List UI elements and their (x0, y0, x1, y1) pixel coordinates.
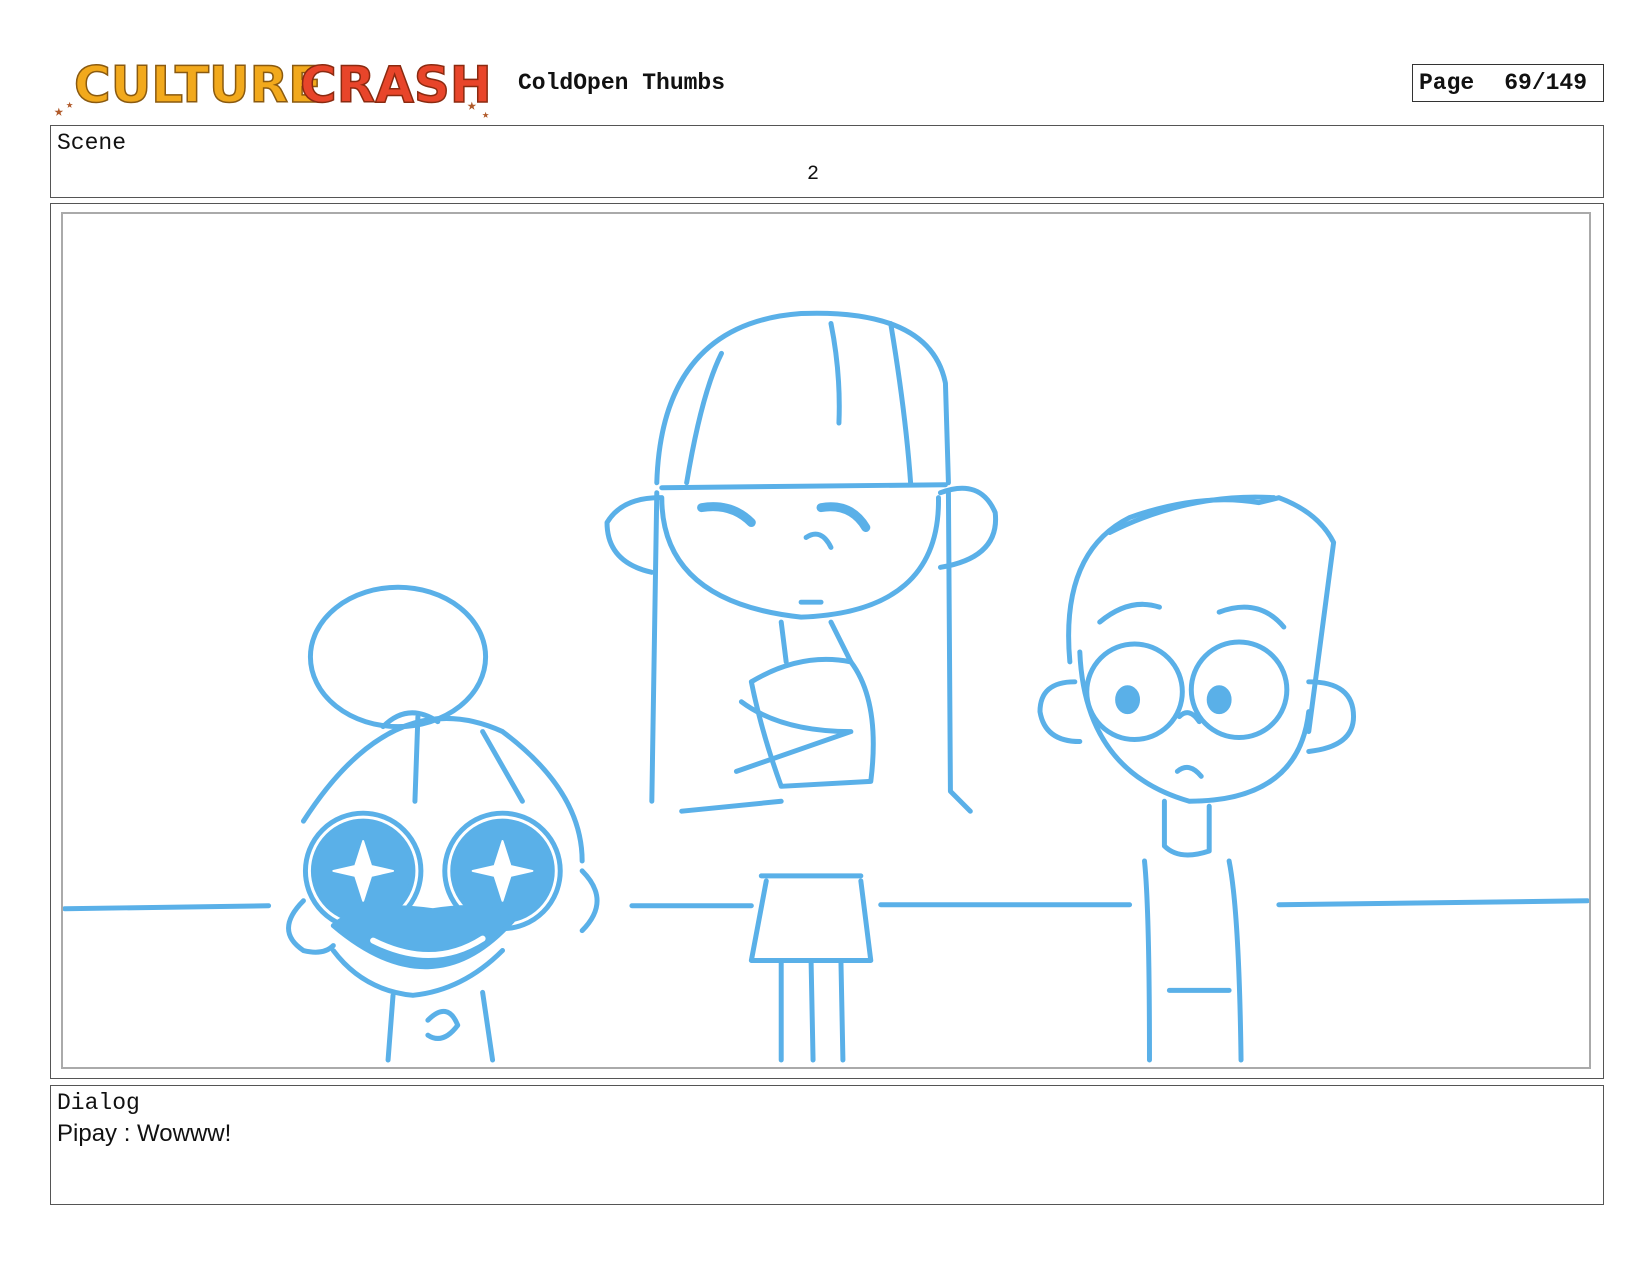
svg-text:★: ★ (66, 98, 73, 112)
horizon-line (63, 898, 1589, 912)
storyboard-panel (50, 203, 1604, 1079)
svg-text:★: ★ (482, 108, 489, 120)
character-boy (1037, 494, 1357, 1063)
culture-crash-logo: CULTURE CRASH ★ ★ ★ ★ (52, 50, 497, 120)
page-number: 69/149 (1504, 70, 1588, 96)
dialog-text: Pipay : Wowww! (57, 1120, 232, 1147)
svg-text:★: ★ (54, 103, 64, 120)
panel-frame (61, 212, 1591, 1069)
page-indicator: Page 69/149 (1412, 64, 1604, 102)
storyboard-sketch (63, 310, 1589, 1063)
dialog-box: Dialog Pipay : Wowww! (50, 1085, 1604, 1205)
svg-text:★: ★ (467, 97, 477, 115)
scene-label: Scene (57, 130, 127, 156)
scene-box: Scene 2 (50, 125, 1604, 198)
svg-text:CRASH: CRASH (300, 56, 492, 114)
character-pipay (286, 584, 600, 1063)
svg-text:CULTURE: CULTURE (74, 56, 322, 114)
document-title: ColdOpen Thumbs (518, 70, 726, 96)
character-tall-girl (604, 310, 999, 1063)
page-label: Page (1419, 70, 1475, 96)
scene-number: 2 (807, 163, 820, 186)
dialog-label: Dialog (57, 1090, 140, 1116)
